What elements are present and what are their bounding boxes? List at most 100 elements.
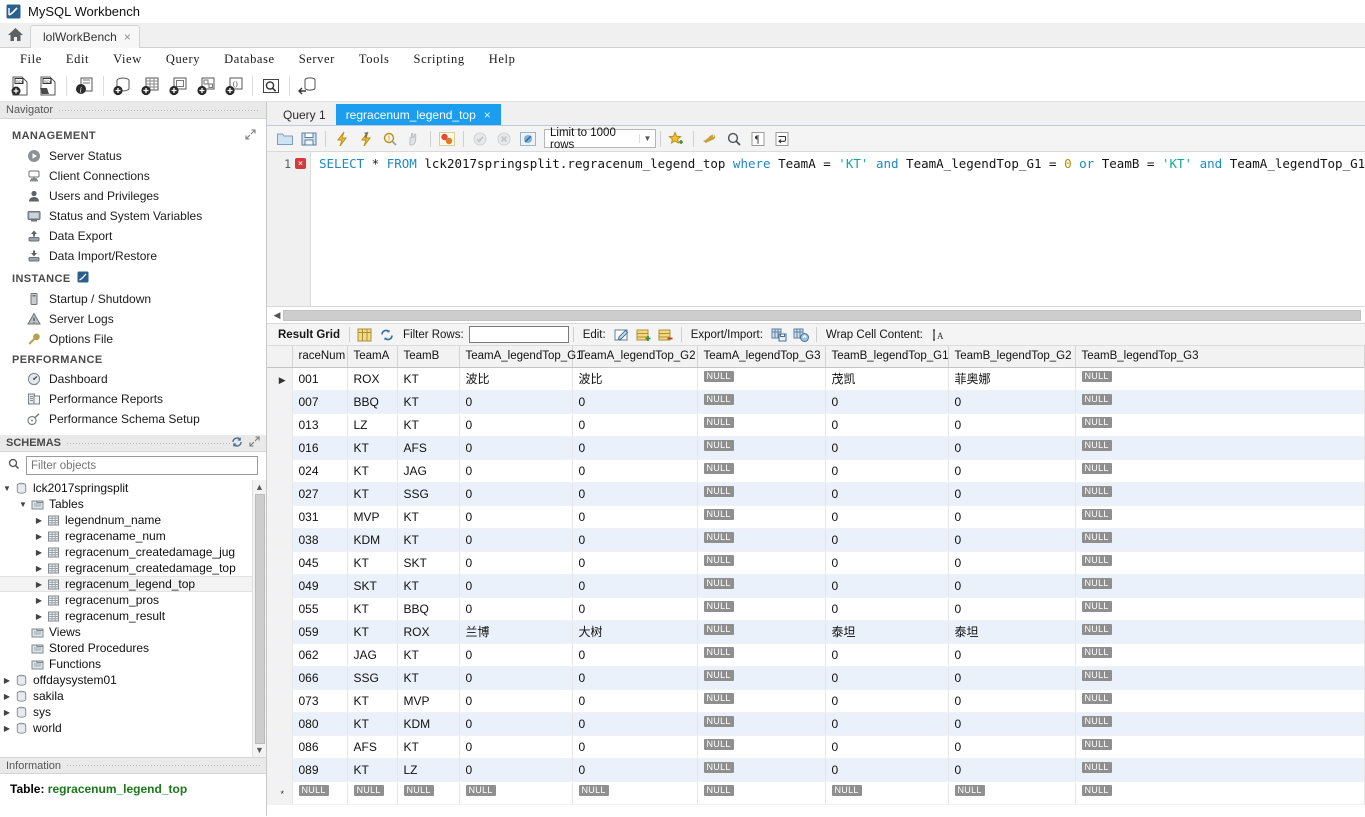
- cell-teama_legendtop_g3[interactable]: NULL: [697, 643, 826, 667]
- cell-teamb_legendtop_g3[interactable]: NULL: [1075, 643, 1365, 667]
- tree-item-stored-procedures[interactable]: Stored Procedures: [0, 640, 252, 656]
- chevron-down-icon[interactable]: ▼: [639, 134, 655, 143]
- chevron-right-icon[interactable]: ▶: [0, 708, 14, 717]
- cell-teama_legendtop_g3[interactable]: NULL: [697, 459, 826, 483]
- cell-teamb_legendtop_g2[interactable]: 0: [948, 413, 1076, 437]
- column-header-racenum[interactable]: raceNum: [292, 346, 348, 368]
- menu-item-edit[interactable]: Edit: [54, 50, 101, 69]
- cell-teamb[interactable]: SKT: [397, 551, 460, 575]
- cell-teamb_legendtop_g1[interactable]: 0: [825, 390, 949, 414]
- export-recordset-icon[interactable]: [768, 325, 790, 345]
- row-marker[interactable]: [267, 574, 293, 598]
- refresh-icon[interactable]: [376, 325, 398, 345]
- cell-racenum[interactable]: 062: [292, 643, 348, 667]
- app-tab-lolworkbench[interactable]: lolWorkBench ×: [30, 25, 140, 48]
- table-row[interactable]: 038 KDM KT 0 0 NULL 0 0 NULL: [267, 528, 1365, 552]
- cell-racenum[interactable]: 049: [292, 574, 348, 598]
- cell-racenum[interactable]: 059: [292, 620, 348, 644]
- sidebar-item-data-import-restore[interactable]: Data Import/Restore: [0, 246, 266, 266]
- tree-item-regracenum-pros[interactable]: ▶ regracenum_pros: [0, 592, 252, 608]
- cell-racenum[interactable]: 031: [292, 505, 348, 529]
- column-header-teama_legendtop_g3[interactable]: TeamA_legendTop_G3: [697, 346, 826, 368]
- scroll-down-icon[interactable]: ▼: [253, 743, 266, 757]
- new-sql-tab-icon[interactable]: SQL: [6, 72, 34, 100]
- cell-teamb[interactable]: MVP: [397, 689, 460, 713]
- table-row[interactable]: 024 KT JAG 0 0 NULL 0 0 NULL: [267, 459, 1365, 483]
- cell-racenum[interactable]: 007: [292, 390, 348, 414]
- cell-teamb_legendtop_g2[interactable]: 泰坦: [948, 620, 1076, 644]
- cell-teama_legendtop_g3[interactable]: NULL: [697, 551, 826, 575]
- cell-racenum[interactable]: 066: [292, 666, 348, 690]
- cell-teama[interactable]: NULL: [347, 781, 398, 805]
- cell-teama_legendtop_g2[interactable]: 0: [572, 528, 698, 552]
- edit-cell-icon[interactable]: [611, 325, 633, 345]
- cell-teamb_legendtop_g2[interactable]: 0: [948, 528, 1076, 552]
- row-marker[interactable]: [267, 551, 293, 575]
- row-marker[interactable]: [267, 528, 293, 552]
- cell-teamb_legendtop_g1[interactable]: 茂凯: [825, 367, 949, 391]
- cell-teama_legendtop_g2[interactable]: 0: [572, 482, 698, 506]
- cell-teama[interactable]: KDM: [347, 528, 398, 552]
- rollback-icon[interactable]: [492, 128, 516, 150]
- row-marker[interactable]: [267, 712, 293, 736]
- filter-rows-input[interactable]: [468, 326, 569, 343]
- cell-teamb_legendtop_g3[interactable]: NULL: [1075, 758, 1365, 782]
- row-marker[interactable]: [267, 459, 293, 483]
- tree-item-legendnum-name[interactable]: ▶ legendnum_name: [0, 512, 252, 528]
- create-new-procedure-icon[interactable]: [192, 72, 220, 100]
- table-row[interactable]: 066 SSG KT 0 0 NULL 0 0 NULL: [267, 666, 1365, 690]
- chevron-right-icon[interactable]: ▶: [32, 532, 46, 541]
- chevron-right-icon[interactable]: ▶: [32, 596, 46, 605]
- sql-code-line[interactable]: SELECT * FROM lck2017springsplit.regrace…: [311, 152, 1365, 306]
- chevron-right-icon[interactable]: ▶: [32, 580, 46, 589]
- row-marker[interactable]: [267, 689, 293, 713]
- cell-teama_legendtop_g1[interactable]: 0: [459, 459, 573, 483]
- cell-teamb_legendtop_g2[interactable]: 0: [948, 643, 1076, 667]
- cell-teamb_legendtop_g1[interactable]: 泰坦: [825, 620, 949, 644]
- sidebar-item-performance-reports[interactable]: Performance Reports: [0, 389, 266, 409]
- cell-teama_legendtop_g3[interactable]: NULL: [697, 505, 826, 529]
- row-marker[interactable]: [267, 505, 293, 529]
- cell-teama_legendtop_g3[interactable]: NULL: [697, 528, 826, 552]
- cell-teamb_legendtop_g1[interactable]: 0: [825, 712, 949, 736]
- cell-teamb_legendtop_g3[interactable]: NULL: [1075, 413, 1365, 437]
- cell-teama_legendtop_g3[interactable]: NULL: [697, 735, 826, 759]
- table-row[interactable]: 007 BBQ KT 0 0 NULL 0 0 NULL: [267, 390, 1365, 414]
- row-marker[interactable]: [267, 413, 293, 437]
- cell-teamb_legendtop_g3[interactable]: NULL: [1075, 482, 1365, 506]
- cell-teama[interactable]: KT: [347, 758, 398, 782]
- row-marker[interactable]: [267, 666, 293, 690]
- cell-teamb[interactable]: NULL: [397, 781, 460, 805]
- tree-item-sakila[interactable]: ▶ sakila: [0, 688, 252, 704]
- tree-item-sys[interactable]: ▶ sys: [0, 704, 252, 720]
- cell-teamb[interactable]: SSG: [397, 482, 460, 506]
- cell-teama[interactable]: SSG: [347, 666, 398, 690]
- cell-teama_legendtop_g2[interactable]: 0: [572, 459, 698, 483]
- close-icon[interactable]: ×: [124, 30, 131, 44]
- cell-teamb[interactable]: AFS: [397, 436, 460, 460]
- table-row[interactable]: 062 JAG KT 0 0 NULL 0 0 NULL: [267, 643, 1365, 667]
- cell-teamb[interactable]: KT: [397, 574, 460, 598]
- row-marker[interactable]: *: [267, 781, 293, 805]
- cell-teamb_legendtop_g1[interactable]: 0: [825, 735, 949, 759]
- cell-teama[interactable]: KT: [347, 712, 398, 736]
- cell-teama_legendtop_g1[interactable]: 0: [459, 758, 573, 782]
- cell-teamb_legendtop_g1[interactable]: 0: [825, 551, 949, 575]
- cell-teama_legendtop_g1[interactable]: 0: [459, 436, 573, 460]
- delete-row-icon[interactable]: [655, 325, 677, 345]
- result-grid[interactable]: raceNum TeamA TeamB TeamA_legendTop_G1 TeamA…: [267, 346, 1365, 816]
- chevron-right-icon[interactable]: ▶: [0, 724, 14, 733]
- cell-teama[interactable]: KT: [347, 436, 398, 460]
- create-new-view-icon[interactable]: [164, 72, 192, 100]
- editor-horizontal-scrollbar[interactable]: ◀: [267, 307, 1365, 324]
- cell-teamb_legendtop_g2[interactable]: 0: [948, 436, 1076, 460]
- create-new-table-icon[interactable]: [136, 72, 164, 100]
- chevron-down-icon[interactable]: ▼: [16, 500, 30, 509]
- tree-item-functions[interactable]: Functions: [0, 656, 252, 672]
- toggle-invisible-chars-icon[interactable]: ¶: [746, 128, 770, 150]
- cell-teamb[interactable]: KT: [397, 735, 460, 759]
- row-marker[interactable]: [267, 758, 293, 782]
- table-row[interactable]: 049 SKT KT 0 0 NULL 0 0 NULL: [267, 574, 1365, 598]
- find-bird-icon[interactable]: [698, 128, 722, 150]
- sidebar-item-server-status[interactable]: Server Status: [0, 146, 266, 166]
